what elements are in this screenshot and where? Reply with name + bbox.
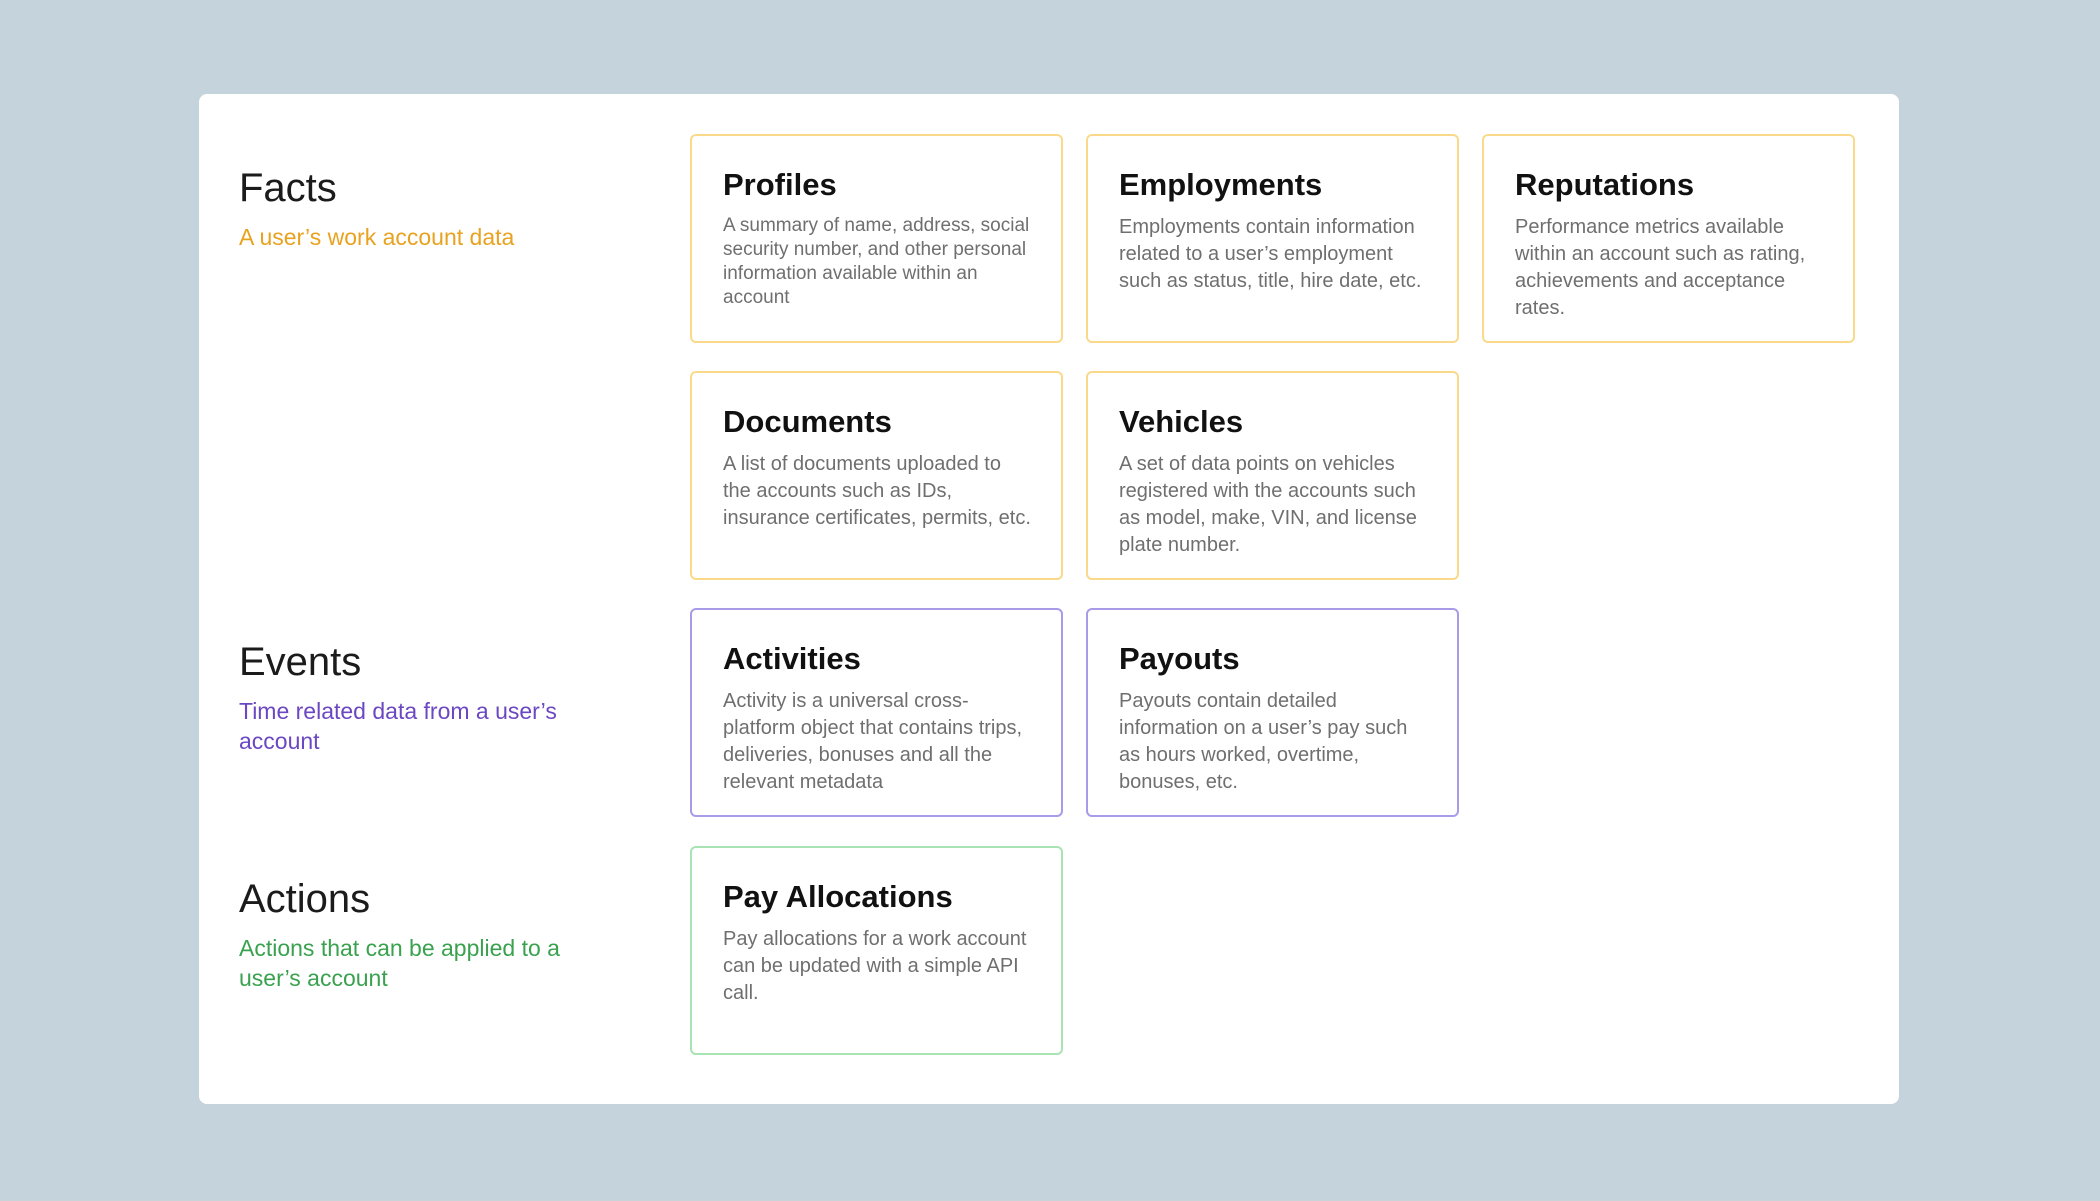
actions-subtitle: Actions that can be applied to a user’s … (239, 935, 560, 991)
card-description: A list of documents uploaded to the acco… (723, 453, 1031, 529)
card-description: Performance metrics available within an … (1515, 216, 1806, 319)
actions-title: Actions (239, 877, 371, 921)
card-description: A set of data points on vehicles registe… (1119, 453, 1417, 556)
card-description: Employments contain information related … (1119, 216, 1422, 292)
card-description: Activity is a universal cross-platform o… (723, 690, 1023, 793)
card-reputations[interactable]: Reputations Performance metrics availabl… (1482, 134, 1855, 343)
facts-subtitle: A user’s work account data (239, 224, 515, 250)
card-payouts[interactable]: Payouts Payouts contain detailed informa… (1086, 608, 1459, 817)
card-title: Employments (1119, 167, 1323, 202)
actions-section-header: Actions Actions that can be applied to a… (239, 877, 579, 993)
card-description: Payouts contain detailed information on … (1119, 690, 1408, 793)
card-title: Payouts (1119, 641, 1240, 676)
card-title: Vehicles (1119, 404, 1244, 439)
events-section-header: Events Time related data from a user’s a… (239, 640, 579, 756)
card-employments[interactable]: Employments Employments contain informat… (1086, 134, 1459, 343)
card-activities[interactable]: Activities Activity is a universal cross… (690, 608, 1063, 817)
facts-section-header: Facts A user’s work account data (239, 166, 579, 252)
card-title: Profiles (723, 167, 837, 202)
events-title: Events (239, 640, 362, 684)
card-vehicles[interactable]: Vehicles A set of data points on vehicle… (1086, 371, 1459, 580)
card-profiles[interactable]: Profiles A summary of name, address, soc… (690, 134, 1063, 343)
card-description: A summary of name, address, social secur… (723, 215, 1030, 308)
data-model-panel: Facts A user’s work account data Events … (199, 94, 1899, 1104)
card-title: Pay Allocations (723, 879, 953, 914)
card-title: Documents (723, 404, 892, 439)
card-documents[interactable]: Documents A list of documents uploaded t… (690, 371, 1063, 580)
card-description: Pay allocations for a work account can b… (723, 928, 1027, 1004)
events-subtitle: Time related data from a user’s account (239, 698, 557, 754)
facts-title: Facts (239, 166, 337, 210)
card-title: Activities (723, 641, 861, 676)
card-pay-allocations[interactable]: Pay Allocations Pay allocations for a wo… (690, 846, 1063, 1055)
card-title: Reputations (1515, 167, 1695, 202)
